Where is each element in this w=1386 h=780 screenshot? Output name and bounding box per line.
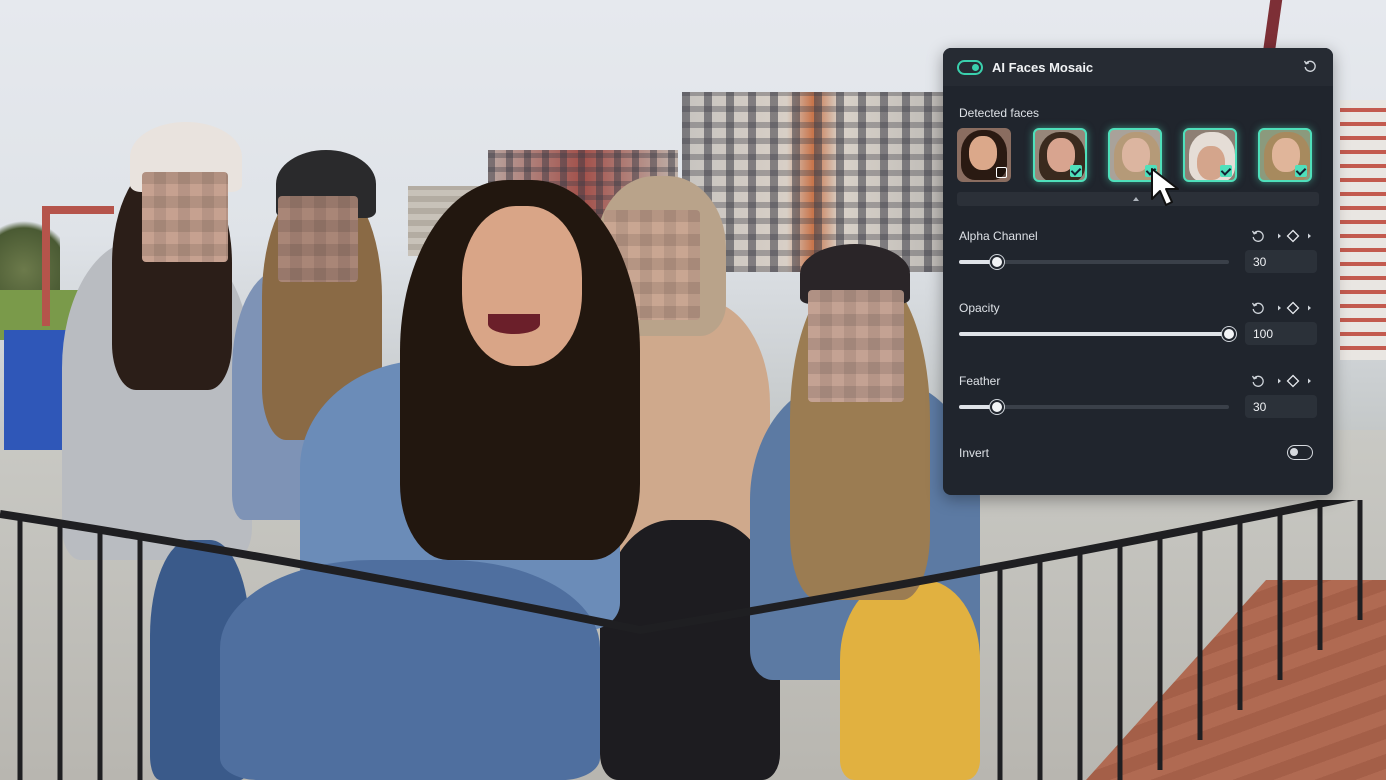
keyframe-diamond-icon <box>1286 301 1300 315</box>
panel-title: AI Faces Mosaic <box>992 59 1094 75</box>
chevron-left-icon <box>1278 378 1281 384</box>
face-checkbox[interactable] <box>1220 165 1232 177</box>
mouse-cursor-icon <box>1151 168 1179 206</box>
keyframe-diamond-icon <box>1286 374 1300 388</box>
background-frame <box>42 206 114 214</box>
mosaic-face <box>278 196 358 282</box>
invert-label: Invert <box>959 446 990 460</box>
panel-header: AI Faces Mosaic <box>943 48 1333 86</box>
reset-icon[interactable] <box>1303 59 1317 73</box>
alpha-channel-label: Alpha Channel <box>959 229 1038 243</box>
mosaic-face <box>808 290 904 402</box>
detected-faces-list <box>957 128 1319 182</box>
reset-icon <box>1251 375 1264 387</box>
enable-toggle[interactable] <box>957 59 983 75</box>
opacity-value-input[interactable]: 100 <box>1245 322 1317 345</box>
face-thumbnail[interactable] <box>957 128 1011 182</box>
opacity-slider[interactable] <box>959 327 1236 341</box>
reset-icon <box>1251 302 1264 314</box>
chevron-right-icon <box>1308 233 1311 239</box>
blue-ramp <box>4 330 66 450</box>
mosaic-face <box>142 172 228 262</box>
ai-faces-mosaic-panel: AI Faces Mosaic Detected faces Alpha Cha… <box>943 48 1333 495</box>
keyframe-diamond-icon <box>1286 229 1300 243</box>
face-thumbnail[interactable] <box>1033 128 1087 182</box>
chevron-left-icon <box>1278 305 1281 311</box>
alpha-channel-slider[interactable] <box>959 255 1229 269</box>
keyframe-controls <box>1251 374 1311 388</box>
reset-icon <box>1251 230 1264 242</box>
detected-faces-label: Detected faces <box>959 106 1040 120</box>
chevron-up-icon <box>1133 197 1139 201</box>
face-checkbox[interactable] <box>996 167 1007 178</box>
face-thumbnail[interactable] <box>1183 128 1237 182</box>
chevron-right-icon <box>1308 305 1311 311</box>
slider-handle[interactable] <box>989 255 1004 269</box>
background-frame <box>42 206 50 326</box>
background-building <box>1340 100 1386 360</box>
feather-slider[interactable] <box>959 400 1229 414</box>
keyframe-controls <box>1251 301 1311 315</box>
face-checkbox[interactable] <box>1070 165 1082 177</box>
face-thumbnail[interactable] <box>1258 128 1312 182</box>
feather-value-input[interactable]: 30 <box>1245 395 1317 418</box>
opacity-label: Opacity <box>959 301 1000 315</box>
face-checkbox[interactable] <box>1295 165 1307 177</box>
alpha-channel-value-input[interactable]: 30 <box>1245 250 1317 273</box>
slider-handle[interactable] <box>989 400 1004 414</box>
feather-label: Feather <box>959 374 1001 388</box>
chevron-right-icon <box>1308 378 1311 384</box>
chevron-left-icon <box>1278 233 1281 239</box>
keyframe-controls <box>1251 229 1311 243</box>
invert-toggle[interactable] <box>1287 445 1313 460</box>
faces-scrollbar[interactable] <box>957 192 1319 206</box>
slider-handle[interactable] <box>1222 327 1236 341</box>
